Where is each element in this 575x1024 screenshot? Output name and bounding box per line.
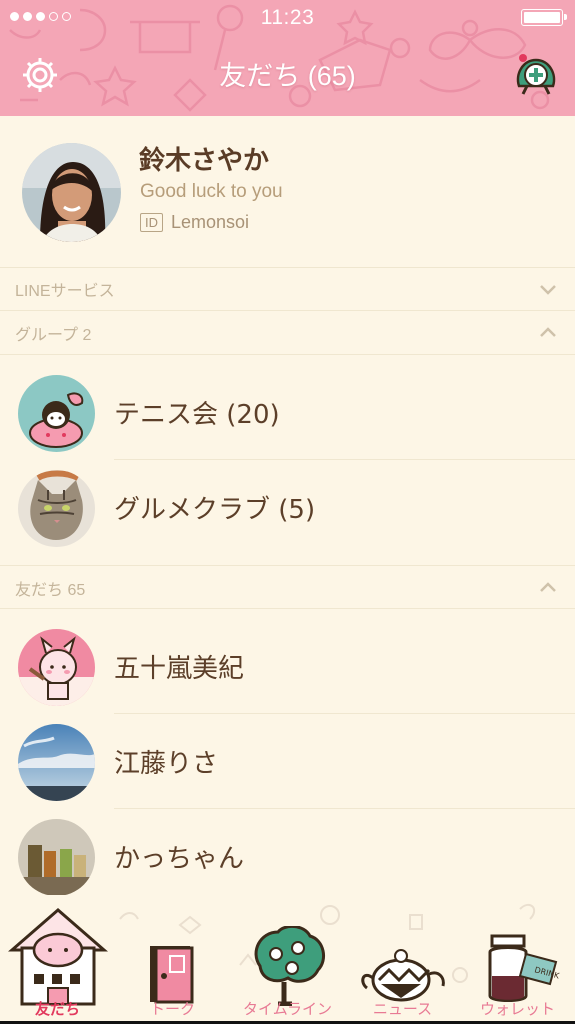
page-title: 友だち (65) <box>219 61 356 91</box>
tab-label: 友だち <box>34 1000 80 1018</box>
friend-name: かっちゃん <box>114 844 245 874</box>
id-badge: ID <box>140 213 163 232</box>
tab-wallet[interactable]: DRINK ウォレット <box>460 904 575 1024</box>
add-friend-icon <box>516 54 556 95</box>
tab-bar: 友だち トーク タイムライン ニュース DRINK ウォレット <box>0 895 575 1024</box>
friend-name: 五十嵐美紀 <box>114 654 245 684</box>
section-groups[interactable]: グループ 2 <box>0 311 575 355</box>
teapot-icon <box>361 949 445 1002</box>
chevron-up-icon <box>540 582 556 592</box>
tree-icon <box>254 926 326 1006</box>
drink-me-bottle-icon: DRINK <box>488 934 561 1002</box>
group-avatar <box>18 375 95 452</box>
tab-label: ニュース <box>372 1000 433 1018</box>
tab-label: トーク <box>149 1000 195 1018</box>
profile-name: 鈴木さやか <box>139 146 270 176</box>
door-icon <box>150 946 194 1004</box>
tab-talk[interactable]: トーク <box>115 904 230 1024</box>
add-friend-button[interactable] <box>513 50 559 98</box>
group-avatar <box>18 470 95 547</box>
chevron-down-icon <box>540 285 556 295</box>
list-item-group-gourmet[interactable]: グルメクラブ (5) <box>0 460 575 555</box>
my-profile[interactable]: 鈴木さやか Good luck to you ID Lemonsoi <box>0 116 575 268</box>
profile-id: ID Lemonsoi <box>140 212 249 233</box>
status-bar: 11:23 <box>0 0 575 36</box>
section-friends[interactable]: 友だち 65 <box>0 565 575 609</box>
profile-id-value: Lemonsoi <box>171 212 250 232</box>
friend-avatar <box>18 819 95 896</box>
header: 11:23 友だち (65) <box>0 0 575 116</box>
list-item-friend[interactable]: 江藤りさ <box>0 714 575 809</box>
friend-avatar <box>18 724 95 801</box>
tab-label: タイムライン <box>243 1000 332 1018</box>
section-line-services[interactable]: LINEサービス <box>0 267 575 311</box>
section-label: グループ 2 <box>15 327 92 344</box>
group-name: テニス会 (20) <box>114 400 280 430</box>
friend-avatar <box>18 629 95 706</box>
list-item-group-tennis[interactable]: テニス会 (20) <box>0 365 575 460</box>
profile-status-message: Good luck to you <box>140 181 283 202</box>
profile-avatar[interactable] <box>22 143 121 242</box>
battery-icon <box>521 9 567 26</box>
group-name: グルメクラブ (5) <box>114 495 316 525</box>
list-item-friend[interactable]: 五十嵐美紀 <box>0 619 575 714</box>
tab-news[interactable]: ニュース <box>345 904 460 1024</box>
tab-friends[interactable]: 友だち <box>0 904 115 1024</box>
list-item-friend[interactable]: かっちゃん <box>0 809 575 904</box>
section-label: LINEサービス <box>15 283 115 300</box>
tab-label: ウォレット <box>479 1000 555 1018</box>
status-time: 11:23 <box>260 6 315 29</box>
friend-name: 江藤りさ <box>114 749 219 779</box>
tab-timeline[interactable]: タイムライン <box>230 904 345 1024</box>
chevron-up-icon <box>540 327 556 337</box>
section-label: 友だち 65 <box>15 582 86 599</box>
